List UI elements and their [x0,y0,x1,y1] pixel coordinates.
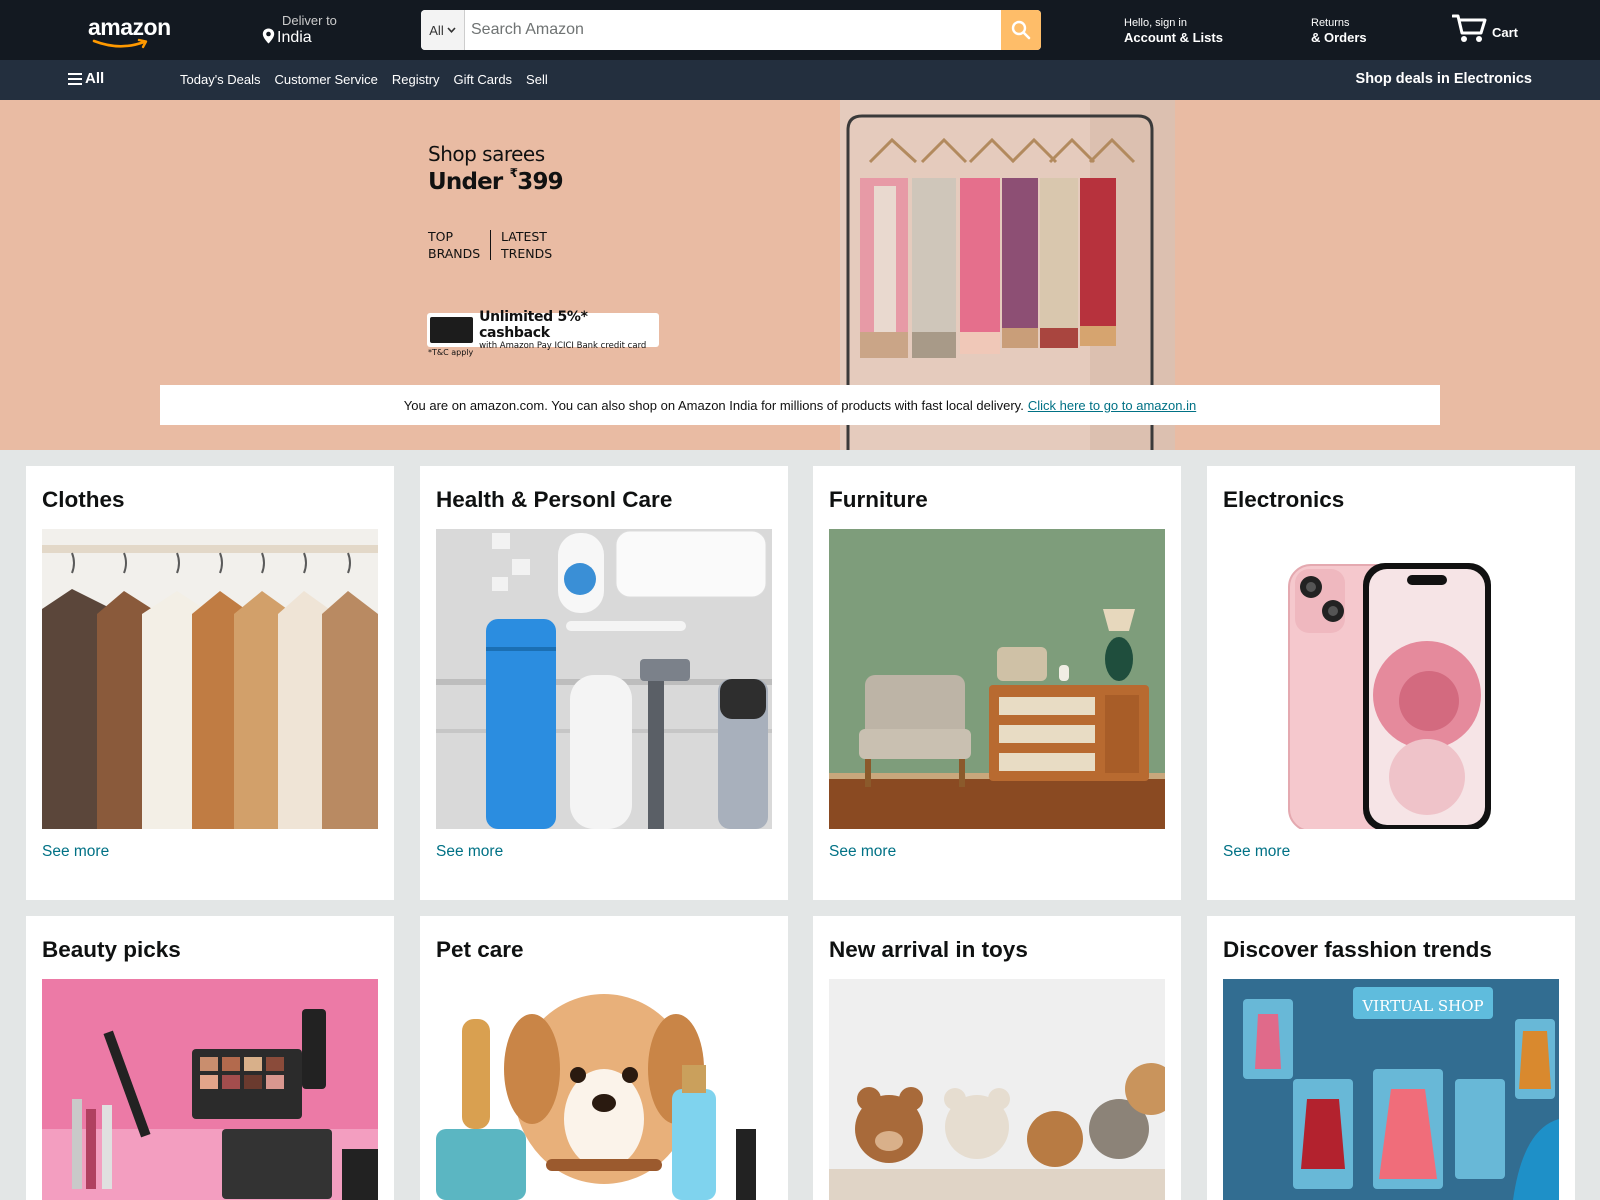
beauty-image[interactable] [42,979,378,1200]
card-title: Health & Personl Care [436,487,673,512]
tag-divider [490,230,491,260]
clothes-image[interactable] [42,529,378,829]
virtual-shop-sign: VIRTUAL SHOP [1361,997,1483,1015]
account-label: Account & Lists [1124,30,1223,45]
electronics-deals-link[interactable]: Shop deals in Electronics [1356,71,1532,87]
see-more-link[interactable]: See more [436,843,503,861]
card-title: Clothes [42,487,125,512]
category-card-toys: New arrival in toys [813,916,1181,1200]
search-bar: All [421,10,1041,50]
cashback-headline: Unlimited 5%* cashback [479,308,588,341]
cart-button[interactable]: Cart [1452,12,1518,44]
search-category-label: All [429,22,444,38]
chevron-down-icon [447,27,456,33]
cashback-subline: with Amazon Pay ICICI Bank credit card [479,340,647,351]
tag-brands: BRANDS [428,246,481,261]
tag-trends: TRENDS [501,246,553,261]
subnav-link-customer-service[interactable]: Customer Service [275,72,378,87]
search-button[interactable] [1001,10,1041,50]
card-title: Electronics [1223,487,1345,512]
category-card-clothes: Clothes See more [26,466,394,900]
deliver-to[interactable]: Deliver to India [262,13,337,47]
hero-price: Under ₹399 [428,166,564,195]
category-card-furniture: Furniture See more [813,466,1181,900]
search-icon [1011,20,1031,40]
card-title: Pet care [436,937,524,962]
card-title: Beauty picks [42,937,181,962]
all-menu-label: All [85,70,105,87]
hero-price-value: 399 [517,169,563,195]
pet-care-image[interactable] [436,979,772,1200]
category-card-health: Health & Personl Care See more [420,466,788,900]
see-more-link[interactable]: See more [829,843,896,861]
subnav-link-registry[interactable]: Registry [392,72,440,87]
tag-latest: LATEST [501,229,547,244]
hero-text: Shop sarees Under ₹399 [428,142,564,195]
go-to-amazon-in-link[interactable]: Click here to go to amazon.in [1028,398,1196,413]
hamburger-menu-icon [68,72,82,85]
search-input[interactable] [465,10,1001,50]
see-more-link[interactable]: See more [1223,843,1290,861]
tag-top: TOP [428,229,454,244]
fashion-trends-image[interactable]: VIRTUAL SHOP [1223,979,1559,1200]
cart-icon [1452,14,1487,42]
locale-notice: You are on amazon.com. You can also shop… [160,385,1440,425]
top-navbar: amazon Deliver to India All Search Amazo… [0,0,1600,60]
category-card-electronics: Electronics See more [1207,466,1575,900]
returns-label: Returns [1311,17,1350,29]
category-card-pet-care: Pet care [420,916,788,1200]
cashback-offer: Unlimited 5%* cashback with Amazon Pay I… [427,309,659,351]
toys-image[interactable] [829,979,1165,1200]
deliver-location: India [277,29,312,46]
cart-label: Cart [1492,25,1519,40]
location-pin-icon [262,28,275,44]
deliver-label: Deliver to [282,13,337,28]
health-care-image[interactable] [436,529,772,829]
card-title: Furniture [829,487,928,512]
terms-note: *T&C apply [428,348,474,357]
account-greeting: Hello, sign in [1124,17,1187,29]
search-category-select[interactable]: All [421,10,465,50]
amazon-logo[interactable]: amazon [88,14,178,49]
locale-notice-text: You are on amazon.com. You can also shop… [403,397,1024,413]
category-card-fashion-trends: Discover fasshion trends VIRTUAL SHOP [1207,916,1575,1200]
furniture-image[interactable] [829,529,1165,829]
sub-navbar: All Today's Deals Customer Service Regis… [0,60,1600,100]
subnav-link-sell[interactable]: Sell [526,72,548,87]
card-title: New arrival in toys [829,937,1028,962]
smile-arrow-icon [92,38,148,49]
hero-tags: TOP BRANDS LATEST TRENDS [428,228,561,262]
subnav-link-todays-deals[interactable]: Today's Deals [180,72,261,87]
orders-label: & Orders [1311,30,1367,45]
category-card-beauty: Beauty picks [26,916,394,1200]
account-lists-menu[interactable]: Hello, sign in Account & Lists [1124,17,1223,45]
hero-headline: Shop sarees [428,142,545,166]
subnav-link-gift-cards[interactable]: Gift Cards [454,72,513,87]
returns-orders-link[interactable]: Returns & Orders [1311,17,1367,45]
credit-card-icon [430,317,474,343]
logo-text: amazon [88,14,171,40]
see-more-link[interactable]: See more [42,843,109,861]
electronics-image[interactable] [1223,529,1559,829]
hero-price-prefix: Under [428,169,510,195]
subnav-links: Today's Deals Customer Service Registry … [180,72,548,87]
hero-banner[interactable]: Shop sarees Under ₹399 TOP BRANDS LATEST… [0,100,1600,450]
card-title: Discover fasshion trends [1223,937,1492,962]
all-menu-button[interactable]: All [67,70,104,87]
